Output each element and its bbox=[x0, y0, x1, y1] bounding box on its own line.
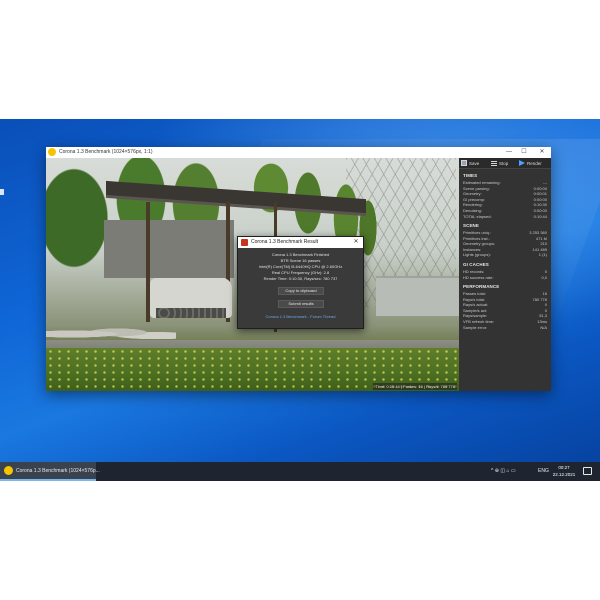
clock-time: 00:27 bbox=[558, 465, 570, 470]
result-line: Real CPU Frequency (GHz): 2.8 bbox=[271, 270, 330, 275]
result-line: BTR Scene 16 passes bbox=[280, 258, 321, 263]
dialog-title: Corona 1.3 Benchmark Result bbox=[251, 239, 318, 245]
taskbar-app-button[interactable]: Corona 1.3 Benchmark (1024×576p... bbox=[0, 462, 100, 481]
title-bar: Corona 1.3 Benchmark (1024×576px, 1:1) —… bbox=[46, 147, 551, 158]
dialog-title-bar: Corona 1.3 Benchmark Result ✕ bbox=[238, 237, 363, 248]
taskbar-app-label: Corona 1.3 Benchmark (1024×576p... bbox=[16, 468, 100, 474]
window-title: Corona 1.3 Benchmark (1024×576px, 1:1) bbox=[59, 149, 153, 155]
desktop-icon[interactable] bbox=[0, 189, 4, 195]
copy-to-clipboard-button[interactable]: Copy to clipboard bbox=[278, 287, 324, 295]
times-header: TIMES bbox=[463, 173, 478, 178]
save-button[interactable]: Save bbox=[461, 159, 479, 168]
submit-results-button[interactable]: Submit results bbox=[278, 300, 324, 308]
building-scene bbox=[376, 276, 459, 316]
stop-button[interactable]: Stop bbox=[491, 159, 508, 168]
forum-thread-link[interactable]: Corona 1.3 Benchmark - Forum Thread bbox=[238, 314, 363, 320]
save-icon bbox=[461, 160, 467, 166]
shed-wall-scene bbox=[104, 220, 234, 278]
smiley-app-icon bbox=[4, 466, 13, 475]
benchmark-result-dialog: Corona 1.3 Benchmark Result ✕ Corona 1.3… bbox=[237, 236, 364, 329]
clock-date: 22.12.2021 bbox=[552, 472, 576, 477]
taskbar-clock[interactable]: 00:27 22.12.2021 bbox=[552, 464, 576, 478]
dialog-close-button[interactable]: ✕ bbox=[351, 237, 361, 248]
result-line: Corona 1.3 Benchmark Finished bbox=[271, 252, 330, 257]
result-line: Render Time: 0:10:30, Rays/sec: 780 737 bbox=[263, 276, 338, 281]
language-indicator[interactable]: ENG bbox=[538, 467, 549, 476]
stat-row: Lights (groups): 1 (1) bbox=[463, 252, 547, 258]
play-icon bbox=[519, 160, 525, 166]
stats-panel: Save Stop Render TIMES Estimated remaini… bbox=[459, 158, 551, 391]
desktop: Corona 1.3 Benchmark (1024×576px, 1:1) —… bbox=[0, 119, 600, 481]
notifications-icon[interactable] bbox=[583, 467, 592, 475]
performance-header: PERFORMANCE bbox=[463, 284, 500, 289]
render-status: Time: 0:10:44 | Passes: 16 | Rays/s: 780… bbox=[373, 383, 457, 390]
armored-vehicle-scene bbox=[150, 278, 232, 318]
result-line: Intel(R) Core(TM) i5-6440HQ CPU @ 2.60GH… bbox=[258, 264, 343, 269]
stop-icon bbox=[491, 160, 497, 166]
render-button[interactable]: Render bbox=[519, 159, 542, 168]
stat-row: Sample error: N/A bbox=[463, 324, 547, 330]
tray-icons[interactable]: ^ ⊕ ◫ ⌂ ▭ bbox=[491, 467, 516, 476]
maximize-button[interactable]: ☐ bbox=[517, 147, 531, 158]
corona-app-icon bbox=[241, 239, 248, 246]
smiley-app-icon bbox=[48, 148, 56, 156]
minimize-button[interactable]: — bbox=[502, 147, 516, 158]
scene-header: SCENE bbox=[463, 223, 480, 228]
stat-row: TOTAL elapsed: 0:10:44 bbox=[463, 213, 547, 219]
gi-caches-header: GI CACHES bbox=[463, 262, 489, 267]
taskbar: Corona 1.3 Benchmark (1024×576p... ^ ⊕ ◫… bbox=[0, 462, 600, 481]
panel-toolbar: Save Stop Render bbox=[459, 158, 551, 169]
close-button[interactable]: ✕ bbox=[535, 147, 549, 158]
stat-row: HD success rate: 0,0 bbox=[463, 274, 547, 280]
